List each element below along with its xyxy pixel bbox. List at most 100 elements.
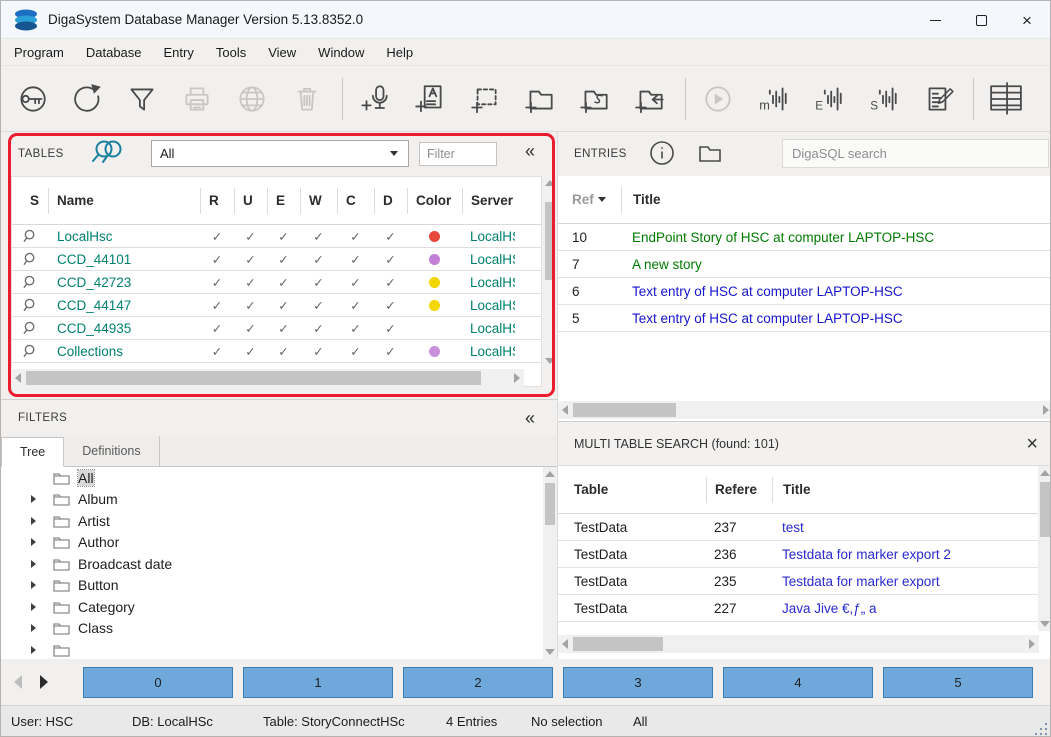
search-result-row[interactable]: TestData 235 Testdata for marker export	[558, 568, 1038, 595]
scrollbar-thumb[interactable]	[573, 637, 663, 651]
folder-icon[interactable]	[696, 139, 726, 169]
menu-entry[interactable]: Entry	[153, 39, 205, 65]
tree-item-class[interactable]: Class	[1, 618, 557, 640]
delete-icon[interactable]	[285, 77, 329, 121]
tree-item-category[interactable]: Category	[1, 596, 557, 618]
add-saved-search-icon[interactable]	[573, 77, 617, 121]
scrollbar-thumb[interactable]	[1040, 482, 1050, 537]
audio-editor-s-icon[interactable]: S	[861, 77, 905, 121]
tab-definitions[interactable]: Definitions	[64, 436, 159, 466]
search-icon[interactable]	[12, 321, 48, 336]
entry-row[interactable]: 5 Text entry of HSC at computer LAPTOP-H…	[558, 305, 1051, 332]
minimize-button[interactable]	[912, 1, 958, 39]
add-audio-entry-icon[interactable]	[353, 77, 397, 121]
tree-item-author[interactable]: Author	[1, 532, 557, 554]
print-icon[interactable]	[175, 77, 219, 121]
table-layout-icon[interactable]	[984, 77, 1028, 121]
expand-icon[interactable]	[31, 538, 36, 546]
add-folder-icon[interactable]	[518, 77, 562, 121]
audio-editor-e-icon[interactable]: E	[806, 77, 850, 121]
scrollbar-thumb[interactable]	[545, 483, 555, 525]
table-scope-dropdown[interactable]: All	[151, 140, 409, 167]
page-button-0[interactable]: 0	[83, 667, 233, 698]
result-title[interactable]: test	[772, 520, 804, 535]
entry-row[interactable]: 7 A new story	[558, 251, 1051, 278]
scroll-left-icon[interactable]	[562, 639, 568, 649]
tree-item-all[interactable]: All	[1, 467, 557, 489]
scroll-up-icon[interactable]	[545, 180, 555, 186]
tree-item-artist[interactable]: Artist	[1, 510, 557, 532]
scroll-right-icon[interactable]	[1043, 405, 1049, 415]
tree-item-partial[interactable]	[1, 639, 557, 659]
col-title[interactable]: Title	[772, 477, 811, 503]
refresh-icon[interactable]	[65, 77, 109, 121]
scroll-down-icon[interactable]	[545, 649, 555, 655]
search-result-row[interactable]: TestData 227 Java Jive €,ƒ„ a	[558, 595, 1038, 622]
menu-tools[interactable]: Tools	[205, 39, 257, 65]
menu-database[interactable]: Database	[75, 39, 153, 65]
scroll-down-icon[interactable]	[1040, 621, 1050, 627]
table-row[interactable]: CCD_44935 ✓ ✓ ✓ ✓ ✓ ✓ LocalHSc	[12, 317, 541, 340]
filter-icon[interactable]	[120, 77, 164, 121]
table-row[interactable]: CCD_42723 ✓ ✓ ✓ ✓ ✓ ✓ LocalHSc	[12, 271, 541, 294]
close-icon[interactable]: ×	[1026, 434, 1038, 454]
menu-window[interactable]: Window	[307, 39, 375, 65]
login-key-icon[interactable]	[10, 77, 54, 121]
table-row[interactable]: Collections ✓ ✓ ✓ ✓ ✓ ✓ LocalHSc	[12, 340, 541, 363]
page-button-5[interactable]: 5	[883, 667, 1033, 698]
col-color[interactable]: Color	[407, 188, 462, 214]
result-title[interactable]: Java Jive €,ƒ„ a	[772, 601, 877, 616]
page-prev-button[interactable]	[5, 667, 31, 697]
table-row[interactable]: CCD_44101 ✓ ✓ ✓ ✓ ✓ ✓ LocalHSc	[12, 248, 541, 271]
search-icon[interactable]	[12, 275, 48, 290]
expand-icon[interactable]	[31, 624, 36, 632]
col-c[interactable]: C	[337, 188, 374, 214]
col-reference[interactable]: Refere	[706, 477, 772, 503]
col-title[interactable]: Title	[621, 187, 661, 213]
tables-vertical-scrollbar[interactable]	[543, 176, 557, 368]
expand-icon[interactable]	[31, 581, 36, 589]
edit-entry-icon[interactable]	[916, 77, 960, 121]
page-button-1[interactable]: 1	[243, 667, 393, 698]
table-row[interactable]: CCD_44147 ✓ ✓ ✓ ✓ ✓ ✓ LocalHSc	[12, 294, 541, 317]
tables-collapse-button[interactable]: «	[525, 141, 535, 162]
resize-grip[interactable]	[1035, 723, 1047, 735]
entries-horizontal-scrollbar[interactable]	[558, 401, 1051, 419]
tree-item-broadcast-date[interactable]: Broadcast date	[1, 553, 557, 575]
scroll-left-icon[interactable]	[562, 405, 568, 415]
expand-icon[interactable]	[31, 560, 36, 568]
expand-icon[interactable]	[31, 495, 36, 503]
col-table[interactable]: Table	[558, 482, 706, 497]
result-title[interactable]: Testdata for marker export 2	[772, 547, 951, 562]
col-ref[interactable]: Ref	[558, 192, 621, 207]
multi-vertical-scrollbar[interactable]	[1038, 466, 1051, 631]
info-icon[interactable]	[648, 139, 678, 169]
play-icon[interactable]	[696, 77, 740, 121]
search-icon[interactable]	[12, 298, 48, 313]
expand-icon[interactable]	[31, 603, 36, 611]
import-folder-icon[interactable]	[628, 77, 672, 121]
scroll-up-icon[interactable]	[1040, 470, 1050, 476]
page-button-4[interactable]: 4	[723, 667, 873, 698]
maximize-button[interactable]	[958, 1, 1004, 39]
page-next-button[interactable]	[31, 667, 57, 697]
tables-filter-input[interactable]: Filter	[419, 142, 497, 166]
multi-table-search-icon[interactable]	[88, 139, 124, 169]
menu-program[interactable]: Program	[3, 39, 75, 65]
scrollbar-thumb[interactable]	[545, 202, 555, 280]
multi-horizontal-scrollbar[interactable]	[558, 635, 1039, 653]
filters-vertical-scrollbar[interactable]	[543, 467, 557, 659]
col-name[interactable]: Name	[48, 188, 200, 214]
filters-collapse-button[interactable]: «	[525, 408, 535, 429]
scroll-down-icon[interactable]	[545, 358, 555, 364]
tree-item-album[interactable]: Album	[1, 489, 557, 511]
entry-row[interactable]: 6 Text entry of HSC at computer LAPTOP-H…	[558, 278, 1051, 305]
menu-view[interactable]: View	[257, 39, 307, 65]
col-s[interactable]: S	[12, 188, 48, 214]
scroll-up-icon[interactable]	[545, 471, 555, 477]
expand-icon[interactable]	[31, 646, 36, 654]
scroll-right-icon[interactable]	[1029, 639, 1035, 649]
scroll-right-icon[interactable]	[514, 373, 520, 383]
col-server[interactable]: Server	[462, 188, 515, 214]
search-result-row[interactable]: TestData 236 Testdata for marker export …	[558, 541, 1038, 568]
